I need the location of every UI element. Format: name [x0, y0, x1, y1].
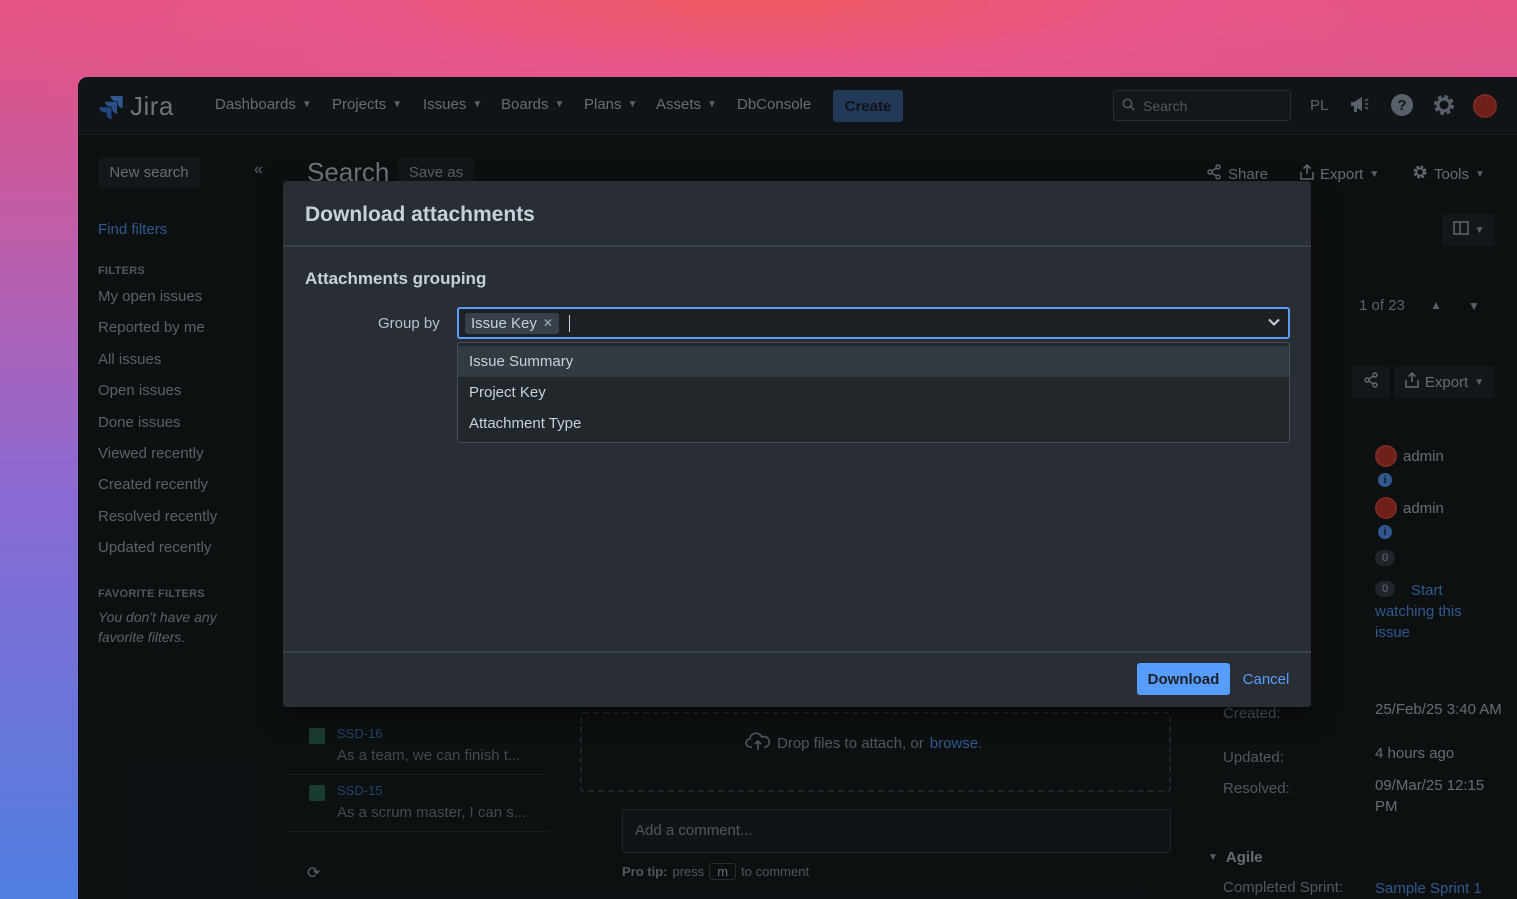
remove-chip-icon[interactable]: ✕: [543, 316, 553, 330]
group-by-options-list: Issue Summary Project Key Attachment Typ…: [457, 342, 1290, 443]
dialog-title: Download attachments: [305, 203, 535, 226]
divider: [283, 245, 1311, 247]
cancel-button[interactable]: Cancel: [1238, 663, 1294, 695]
download-attachments-dialog: Download attachments Attachments groupin…: [283, 181, 1311, 707]
option-attachment-type[interactable]: Attachment Type: [458, 408, 1289, 439]
download-button[interactable]: Download: [1137, 663, 1230, 695]
jira-window: Jira Dashboards ▼ Projects ▼ Issues ▼ Board…: [78, 77, 1517, 899]
text-cursor: [568, 314, 570, 332]
attachments-grouping-heading: Attachments grouping: [305, 269, 487, 288]
chip-label: Issue Key: [471, 314, 537, 332]
selected-chip-issue-key: Issue Key ✕: [465, 312, 559, 334]
divider: [283, 651, 1311, 653]
option-issue-summary[interactable]: Issue Summary: [458, 346, 1289, 377]
chevron-down-icon[interactable]: [1268, 315, 1280, 329]
group-by-select[interactable]: Issue Key ✕: [457, 307, 1290, 339]
group-by-label: Group by: [378, 315, 440, 332]
option-project-key[interactable]: Project Key: [458, 377, 1289, 408]
